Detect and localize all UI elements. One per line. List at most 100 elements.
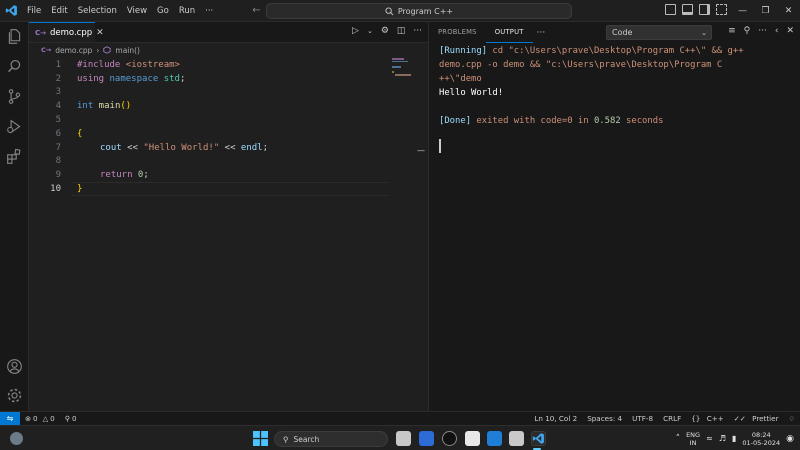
indentation[interactable]: Spaces: 4 — [582, 414, 627, 423]
close-panel-icon[interactable]: ✕ — [786, 26, 794, 36]
editor-actions: ▷ ⌄ ⚙ ◫ ··· — [352, 26, 422, 36]
notification-bell-icon[interactable]: ◉ — [786, 434, 794, 444]
app-icon[interactable] — [419, 431, 434, 446]
elapsed-time: 0.582 — [593, 116, 621, 126]
menu-run[interactable]: Run — [174, 0, 200, 22]
volume-icon[interactable]: ♬ — [719, 434, 726, 443]
menu-more[interactable]: ··· — [200, 0, 218, 22]
tab-demo-cpp[interactable]: C→ demo.cpp ✕ — [29, 22, 104, 42]
collapse-panel-icon[interactable]: ‹ — [775, 26, 779, 36]
output-text: [Running] cd "c:\Users\prave\Desktop\Pro… — [439, 44, 791, 128]
ports-status[interactable]: ⚲ 0 — [60, 414, 82, 423]
code-token: ; — [262, 142, 269, 153]
weather-widget-icon[interactable] — [10, 432, 23, 445]
run-code-icon[interactable]: ▷ — [352, 26, 359, 36]
breadcrumb-symbol[interactable]: main() — [115, 46, 140, 55]
run-debug-icon[interactable] — [6, 118, 23, 135]
app-icon[interactable] — [509, 431, 524, 446]
source-control-icon[interactable] — [6, 88, 23, 105]
vscode-taskbar-icon[interactable] — [531, 431, 546, 446]
output-panel: PROBLEMS OUTPUT ··· Code ⌄ ≡ ⚲ ··· ‹ ✕ [… — [428, 22, 800, 411]
menu-edit[interactable]: Edit — [46, 0, 72, 22]
store-icon[interactable] — [465, 431, 480, 446]
more-actions-icon[interactable]: ··· — [413, 26, 422, 36]
code-line: 4 int main() — [29, 99, 428, 113]
end-of-line[interactable]: CRLF — [658, 414, 686, 423]
maximize-icon[interactable]: ❐ — [754, 0, 777, 22]
run-dropdown-chevron-icon[interactable]: ⌄ — [367, 27, 373, 35]
close-tab-icon[interactable]: ✕ — [96, 28, 104, 38]
output-channel-select[interactable]: Code ⌄ — [606, 25, 712, 40]
windows-start-icon[interactable] — [253, 431, 268, 446]
layout-controls — [665, 4, 727, 15]
back-arrow-icon[interactable]: ← — [252, 5, 260, 16]
breadcrumb-file[interactable]: demo.cpp — [55, 46, 92, 55]
dell-icon[interactable] — [442, 431, 457, 446]
layout-sidebar-icon[interactable] — [665, 4, 676, 15]
sash-handle-icon[interactable]: — — [417, 146, 425, 155]
menu-selection[interactable]: Selection — [73, 0, 122, 22]
running-command: cd "c:\Users\prave\Desktop\Program C++\"… — [487, 46, 744, 56]
double-check-icon: ✓✓ — [733, 414, 746, 423]
command-center[interactable]: Program C++ — [266, 3, 572, 19]
more-actions-icon[interactable]: ··· — [758, 26, 767, 36]
menu-go[interactable]: Go — [152, 0, 174, 22]
error-icon: ⊗ — [25, 414, 32, 423]
split-editor-icon[interactable]: ◫ — [397, 26, 406, 36]
code-line: 6{ — [29, 127, 428, 141]
clear-output-icon[interactable]: ≡ — [728, 26, 736, 36]
close-icon[interactable]: ✕ — [777, 0, 800, 22]
code-line: 3 — [29, 86, 428, 100]
panel-more-icon[interactable]: ··· — [533, 28, 550, 38]
line-number: 9 — [55, 170, 61, 181]
prettier-status[interactable]: ✓✓ Prettier — [729, 414, 784, 423]
minimize-icon[interactable]: — — [731, 0, 754, 22]
menu-view[interactable]: View — [122, 0, 152, 22]
account-icon[interactable] — [6, 358, 23, 375]
clock[interactable]: 08:24 01-05-2024 — [742, 431, 780, 447]
cursor-position[interactable]: Ln 10, Col 2 — [529, 414, 582, 423]
encoding[interactable]: UTF-8 — [627, 414, 658, 423]
code-line-active: 10} — [29, 182, 428, 196]
cpp-file-icon: C→ — [41, 46, 52, 54]
tab-problems[interactable]: PROBLEMS — [429, 22, 486, 43]
customize-layout-icon[interactable] — [716, 4, 727, 15]
taskbar-search[interactable]: ⚲ Search — [274, 431, 388, 447]
wifi-icon[interactable]: ≈ — [706, 434, 713, 443]
language-mode[interactable]: {} C++ — [686, 414, 729, 423]
problems-status[interactable]: ⊗ 0 △ 0 — [20, 414, 60, 423]
line-number: 2 — [55, 73, 61, 84]
menu-file[interactable]: File — [22, 0, 46, 22]
text-caret — [439, 139, 441, 153]
debug-gear-icon[interactable]: ⚙ — [381, 26, 389, 36]
chevron-up-icon[interactable]: ˄ — [676, 434, 681, 444]
line-number: 8 — [55, 156, 61, 167]
error-count: 0 — [33, 414, 38, 423]
outlook-icon[interactable] — [487, 431, 502, 446]
output-line: [Done] exited with code=0 in 0.582 secon… — [439, 114, 791, 128]
battery-icon[interactable]: ▮ — [732, 434, 736, 443]
output-line: [Running] cd "c:\Users\prave\Desktop\Pro… — [439, 44, 791, 58]
settings-gear-icon[interactable] — [6, 387, 23, 404]
remote-indicator-icon[interactable]: ⇋ — [0, 411, 20, 426]
layout-panel-icon[interactable] — [682, 4, 693, 15]
language-label: C++ — [706, 414, 724, 423]
code-area[interactable]: 1 #include <iostream> 2 using namespace st… — [29, 58, 428, 196]
lock-scroll-icon[interactable]: ⚲ — [744, 26, 751, 36]
output-channel-value: Code — [612, 28, 633, 37]
symbol-method-icon — [103, 46, 111, 54]
extensions-icon[interactable] — [6, 148, 23, 165]
input-language[interactable]: ENG IN — [686, 431, 700, 447]
minimap[interactable] — [392, 58, 411, 84]
search-icon[interactable] — [6, 58, 23, 75]
task-view-icon[interactable] — [396, 431, 411, 446]
code-token: namespace — [104, 73, 159, 84]
notifications-bell-icon[interactable]: ♢ — [784, 414, 800, 423]
braces-icon: {} — [691, 414, 701, 423]
warning-count: 0 — [50, 414, 55, 423]
layout-secondary-sidebar-icon[interactable] — [699, 4, 710, 15]
explorer-icon[interactable] — [6, 28, 23, 45]
tab-output[interactable]: OUTPUT — [485, 22, 533, 43]
search-icon: ⚲ — [283, 434, 289, 444]
code-token: return — [100, 170, 133, 181]
